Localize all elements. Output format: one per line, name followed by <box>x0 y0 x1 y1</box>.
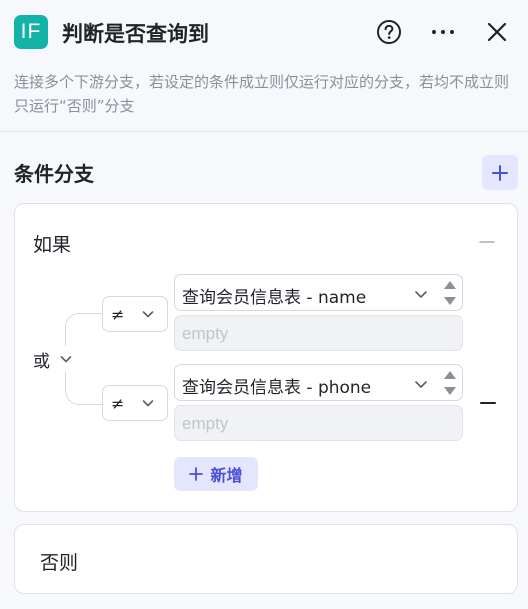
if-node-logo-icon: IF <box>14 15 48 49</box>
section-title: 条件分支 <box>14 162 94 186</box>
plus-icon <box>492 164 508 181</box>
field-select[interactable]: 查询会员信息表 - name <box>174 274 463 311</box>
chevron-down-icon <box>415 381 427 388</box>
else-label: 否则 <box>40 552 79 574</box>
close-icon[interactable] <box>484 19 510 45</box>
else-branch-card: 否则 <box>14 524 518 594</box>
value-placeholder: empty <box>182 324 229 343</box>
node-description: 连接多个下游分支，若设定的条件成立则仅运行对应的分支，若均不成立则只运行“否则”… <box>14 73 510 115</box>
logic-select[interactable]: 或 <box>30 346 90 372</box>
chevron-down-icon <box>60 356 72 363</box>
if-label: 如果 <box>33 234 72 256</box>
not-equal-icon: ≠ <box>111 304 125 324</box>
node-header: IF 判断是否查询到 <box>0 0 528 64</box>
chevron-down-icon <box>142 311 154 318</box>
logic-label: 或 <box>33 351 50 372</box>
remove-condition-icon[interactable] <box>479 394 497 412</box>
chevron-down-icon <box>142 400 154 407</box>
operator-select[interactable]: ≠ <box>102 296 168 332</box>
add-condition-button[interactable]: 新增 <box>174 457 258 491</box>
field-value: 查询会员信息表 - phone <box>182 378 372 398</box>
plus-icon <box>189 467 204 481</box>
more-icon[interactable] <box>430 19 456 45</box>
header-divider <box>0 131 528 132</box>
add-condition-label: 新增 <box>210 466 243 485</box>
sort-arrows-icon[interactable] <box>442 368 458 398</box>
node-title[interactable]: 判断是否查询到 <box>62 18 209 48</box>
collapse-icon[interactable] <box>478 233 496 251</box>
add-branch-button[interactable] <box>482 155 518 190</box>
value-placeholder: empty <box>182 414 229 433</box>
chevron-down-icon <box>415 291 427 298</box>
help-icon[interactable] <box>376 19 402 45</box>
operator-select[interactable]: ≠ <box>102 385 168 421</box>
field-value: 查询会员信息表 - name <box>182 288 367 308</box>
value-input[interactable]: empty <box>174 315 463 351</box>
sort-arrows-icon[interactable] <box>442 278 458 308</box>
field-select[interactable]: 查询会员信息表 - phone <box>174 364 463 401</box>
not-equal-icon: ≠ <box>111 393 125 413</box>
value-input[interactable]: empty <box>174 405 463 441</box>
